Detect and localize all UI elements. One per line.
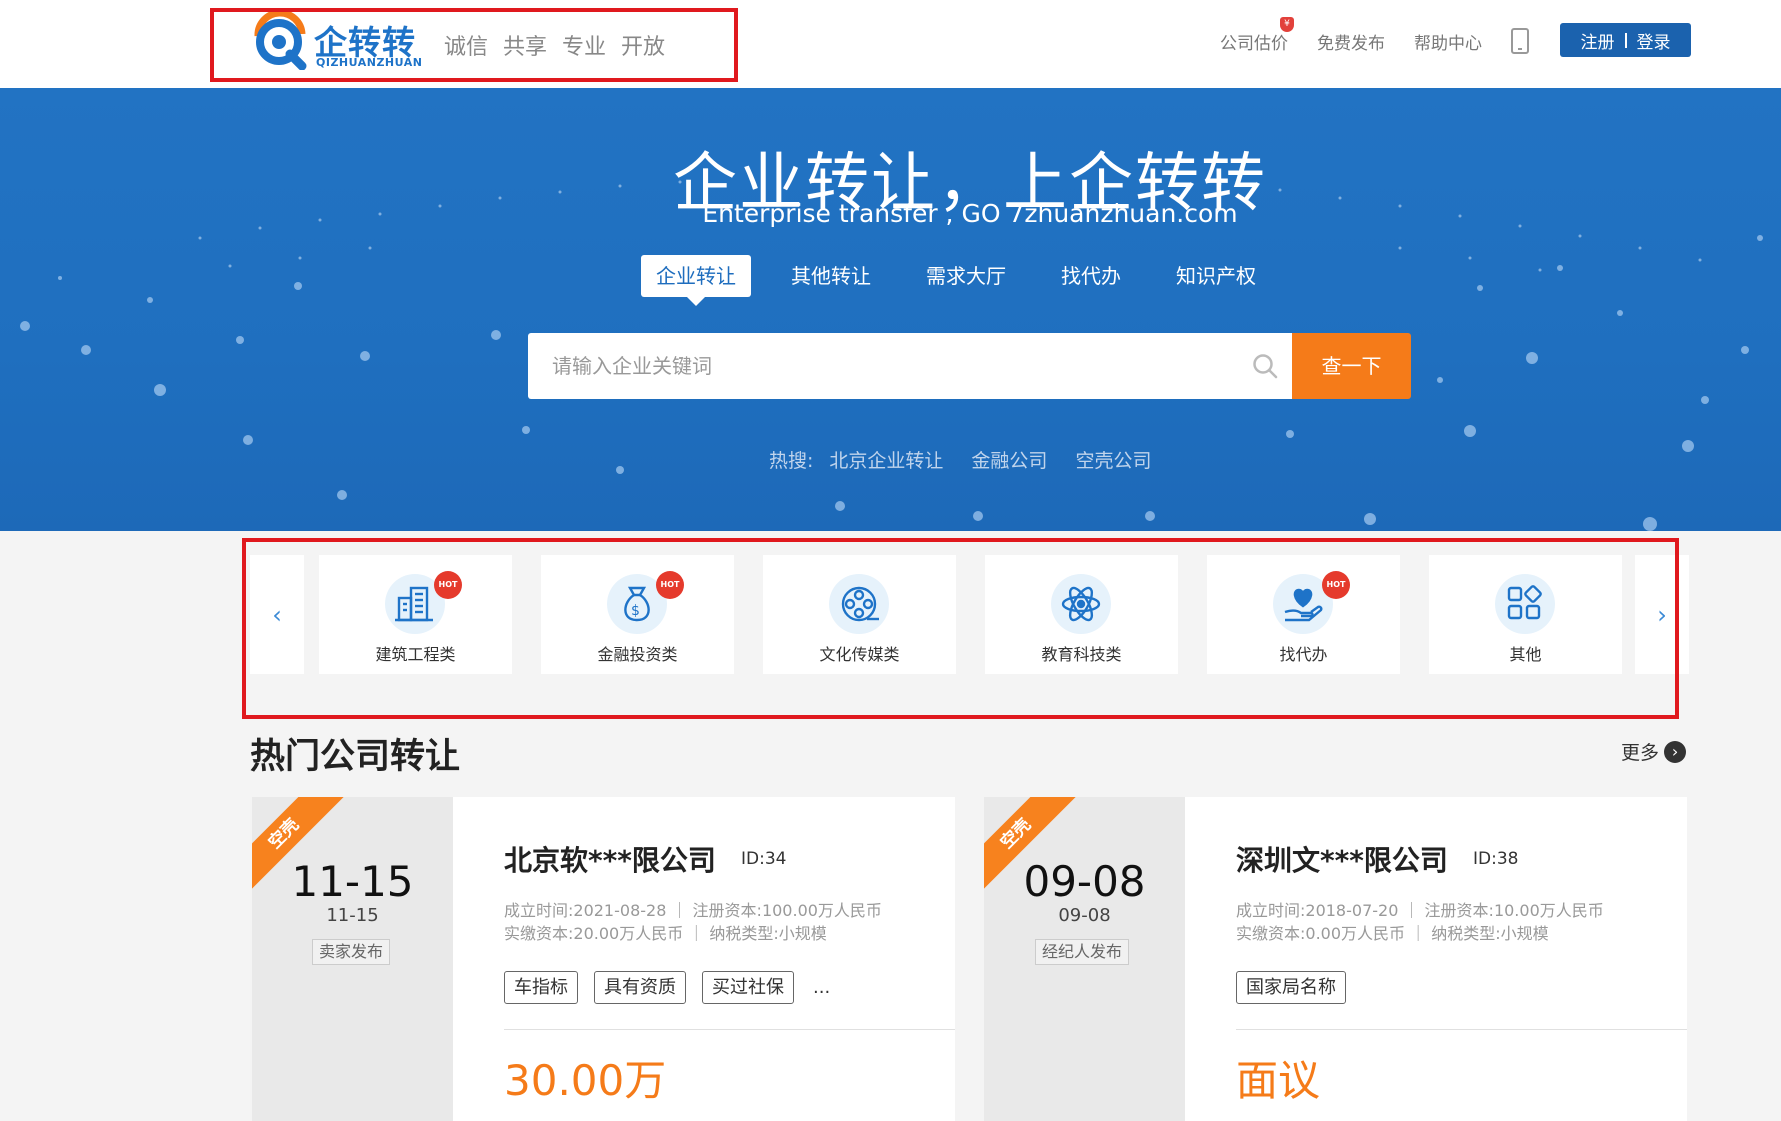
company-info-line: 实缴资本:0.00万人民币 ｜ 纳税类型:小规模	[1236, 924, 1549, 943]
arrow-right-icon: ›	[1664, 740, 1687, 763]
company-name[interactable]: 北京软***限公司	[504, 839, 716, 879]
hero-subtitle: Enterprise transfer , GO 7zhuanzhuan.com	[702, 199, 1238, 228]
highlight-box-categories	[242, 538, 1679, 719]
mobile-phone-icon[interactable]	[1511, 28, 1529, 54]
listing-date-panel: 空壳 09-08 09-08 经纪人发布	[984, 797, 1185, 1121]
hot-search-shell[interactable]: 空壳公司	[1075, 446, 1151, 473]
listing-card[interactable]: 空壳 11-15 11-15 卖家发布 北京软***限公司 ID:34 成立时间…	[252, 797, 955, 1121]
tab-other-transfer[interactable]: 其他转让	[776, 255, 886, 297]
publisher-tag: 卖家发布	[312, 939, 391, 965]
company-valuation-link[interactable]: 公司估价 ¥	[1220, 16, 1294, 54]
listing-details: 北京软***限公司 ID:34 成立时间:2021-08-28 ｜ 注册资本:1…	[453, 797, 955, 1121]
listing-date-panel: 空壳 11-15 11-15 卖家发布	[252, 797, 453, 1121]
feature-tags: 国家局名称	[1236, 971, 1362, 1004]
company-valuation-label: 公司估价	[1220, 33, 1288, 54]
listing-price: 面议	[1236, 1056, 1321, 1105]
listing-details: 深圳文***限公司 ID:38 成立时间:2018-07-20 ｜ 注册资本:1…	[1185, 797, 1687, 1121]
company-id: ID:34	[741, 849, 787, 869]
publisher-tag: 经纪人发布	[1035, 939, 1130, 965]
listing-date-small: 09-08	[1058, 905, 1111, 926]
auth-box: 注册 登录	[1560, 23, 1691, 57]
feature-tag: 买过社保	[702, 971, 794, 1004]
hot-search-beijing[interactable]: 北京企业转让	[829, 446, 943, 473]
hero-banner: 企业转让，上企转转 Enterprise transfer , GO 7zhua…	[0, 88, 1781, 531]
tab-find-agent[interactable]: 找代办	[1046, 255, 1136, 297]
tab-demand-hall[interactable]: 需求大厅	[911, 255, 1021, 297]
register-button[interactable]: 注册	[1581, 28, 1615, 53]
search-input[interactable]	[552, 333, 1212, 399]
help-center-link[interactable]: 帮助中心	[1414, 29, 1482, 54]
top-links: 公司估价 ¥ 免费发布 帮助中心	[1220, 16, 1569, 54]
feature-tag: 国家局名称	[1236, 971, 1346, 1004]
feature-tag: 车指标	[504, 971, 578, 1004]
login-button[interactable]: 登录	[1637, 28, 1671, 53]
section-title: 热门公司转让	[250, 737, 461, 777]
hot-search-label: 热搜:	[769, 450, 814, 472]
company-info-line: 实缴资本:20.00万人民币 ｜ 纳税类型:小规模	[504, 924, 827, 943]
company-id: ID:38	[1473, 849, 1519, 869]
feature-tag: 具有资质	[594, 971, 686, 1004]
search-button[interactable]: 查一下	[1292, 333, 1411, 399]
listing-date-small: 11-15	[326, 905, 379, 926]
listing-card[interactable]: 空壳 09-08 09-08 经纪人发布 深圳文***限公司 ID:38 成立时…	[984, 797, 1687, 1121]
tab-intellectual-property[interactable]: 知识产权	[1161, 255, 1271, 297]
free-publish-link[interactable]: 免费发布	[1317, 29, 1385, 54]
auth-divider	[1624, 32, 1627, 48]
search-box	[528, 333, 1292, 399]
more-tags-indicator: ...	[813, 977, 831, 998]
company-info-line: 成立时间:2021-08-28 ｜ 注册资本:100.00万人民币	[504, 901, 882, 920]
more-label: 更多	[1621, 742, 1660, 764]
company-name[interactable]: 深圳文***限公司	[1236, 839, 1448, 879]
search-icon[interactable]	[1252, 353, 1278, 379]
hot-search-finance[interactable]: 金融公司	[971, 446, 1047, 473]
more-link[interactable]: 更多 ›	[1621, 738, 1687, 765]
tab-enterprise-transfer[interactable]: 企业转让	[641, 255, 751, 306]
highlight-box-logo	[210, 8, 738, 82]
card-divider	[504, 1029, 955, 1030]
feature-tags: 车指标 具有资质 买过社保 ...	[504, 971, 830, 1004]
search-tabs: 企业转让 其他转让 需求大厅 找代办 知识产权	[641, 255, 1296, 306]
hot-searches: 热搜: 北京企业转让 金融公司 空壳公司	[769, 446, 1179, 473]
listing-date: 09-08	[1023, 857, 1146, 906]
listing-price: 30.00万	[504, 1056, 667, 1105]
card-divider	[1236, 1029, 1687, 1030]
company-info-line: 成立时间:2018-07-20 ｜ 注册资本:10.00万人民币	[1236, 901, 1604, 920]
gift-badge-icon: ¥	[1280, 16, 1294, 32]
listing-date: 11-15	[291, 857, 414, 906]
